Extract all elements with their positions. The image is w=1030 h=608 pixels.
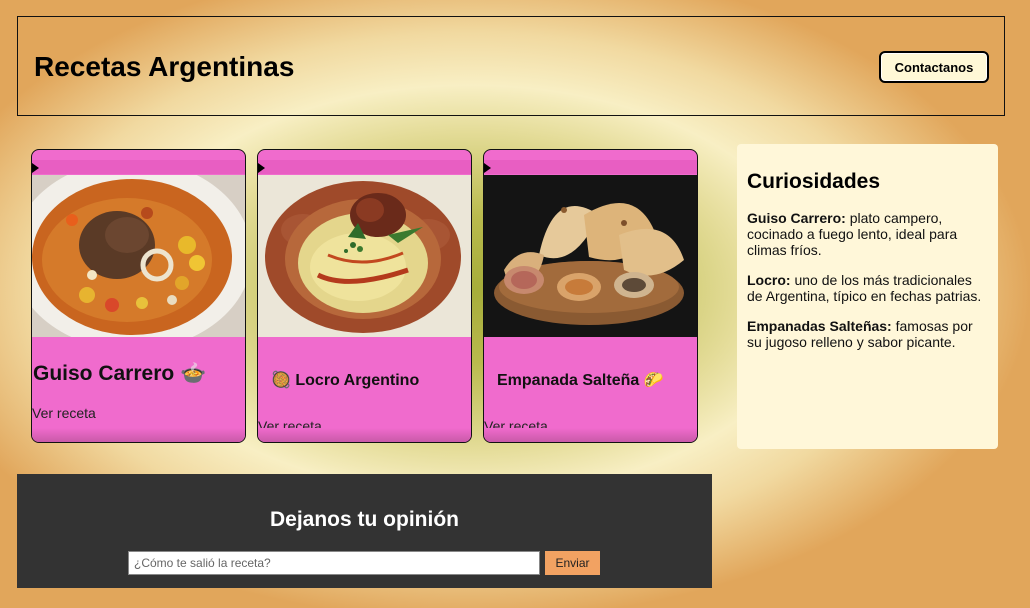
locro-photo bbox=[258, 175, 471, 337]
recipe-card-guiso[interactable]: Guiso Carrero 🍲 Ver receta bbox=[31, 149, 246, 443]
recipe-card-empanada[interactable]: Empanada Salteña 🌮 Ver receta bbox=[483, 149, 698, 443]
curiosity-item: Locro: uno de los más tradicionales de A… bbox=[747, 272, 988, 304]
feedback-heading: Dejanos tu opinión bbox=[270, 508, 459, 531]
card-top-bar bbox=[258, 160, 471, 174]
view-recipe-link[interactable]: Ver receta bbox=[32, 405, 96, 421]
curiosity-term: Guiso Carrero: bbox=[747, 210, 846, 226]
curiosities-heading: Curiosidades bbox=[747, 170, 881, 193]
contact-button[interactable]: Contactanos bbox=[879, 51, 989, 83]
disclosure-triangle-icon[interactable] bbox=[258, 163, 265, 173]
curiosity-term: Empanadas Salteñas: bbox=[747, 318, 892, 334]
card-title: Guiso Carrero 🍲 bbox=[33, 362, 207, 385]
feedback-input[interactable] bbox=[128, 551, 540, 575]
card-footer-shade bbox=[32, 428, 245, 442]
disclosure-triangle-icon[interactable] bbox=[484, 163, 491, 173]
curiosities-panel: Curiosidades Guiso Carrero: plato camper… bbox=[737, 144, 998, 449]
card-footer-shade bbox=[484, 428, 697, 442]
card-top-bar bbox=[32, 160, 245, 174]
feedback-section: Dejanos tu opinión Enviar bbox=[17, 474, 712, 588]
empanada-photo bbox=[484, 175, 697, 337]
card-footer-shade bbox=[258, 428, 471, 442]
curiosity-term: Locro: bbox=[747, 272, 791, 288]
guiso-photo bbox=[32, 175, 245, 337]
submit-button[interactable]: Enviar bbox=[545, 551, 600, 575]
recipe-card-locro[interactable]: 🥘 Locro Argentino Ver receta bbox=[257, 149, 472, 443]
curiosity-item: Empanadas Salteñas: famosas por su jugos… bbox=[747, 318, 988, 350]
page-title: Recetas Argentinas bbox=[34, 51, 295, 82]
site-header: Recetas Argentinas Contactanos bbox=[17, 16, 1005, 116]
card-title: 🥘 Locro Argentino bbox=[271, 372, 420, 389]
card-title: Empanada Salteña 🌮 bbox=[497, 372, 664, 389]
curiosity-item: Guiso Carrero: plato campero, cocinado a… bbox=[747, 210, 988, 258]
card-top-bar bbox=[484, 160, 697, 174]
disclosure-triangle-icon[interactable] bbox=[32, 163, 39, 173]
